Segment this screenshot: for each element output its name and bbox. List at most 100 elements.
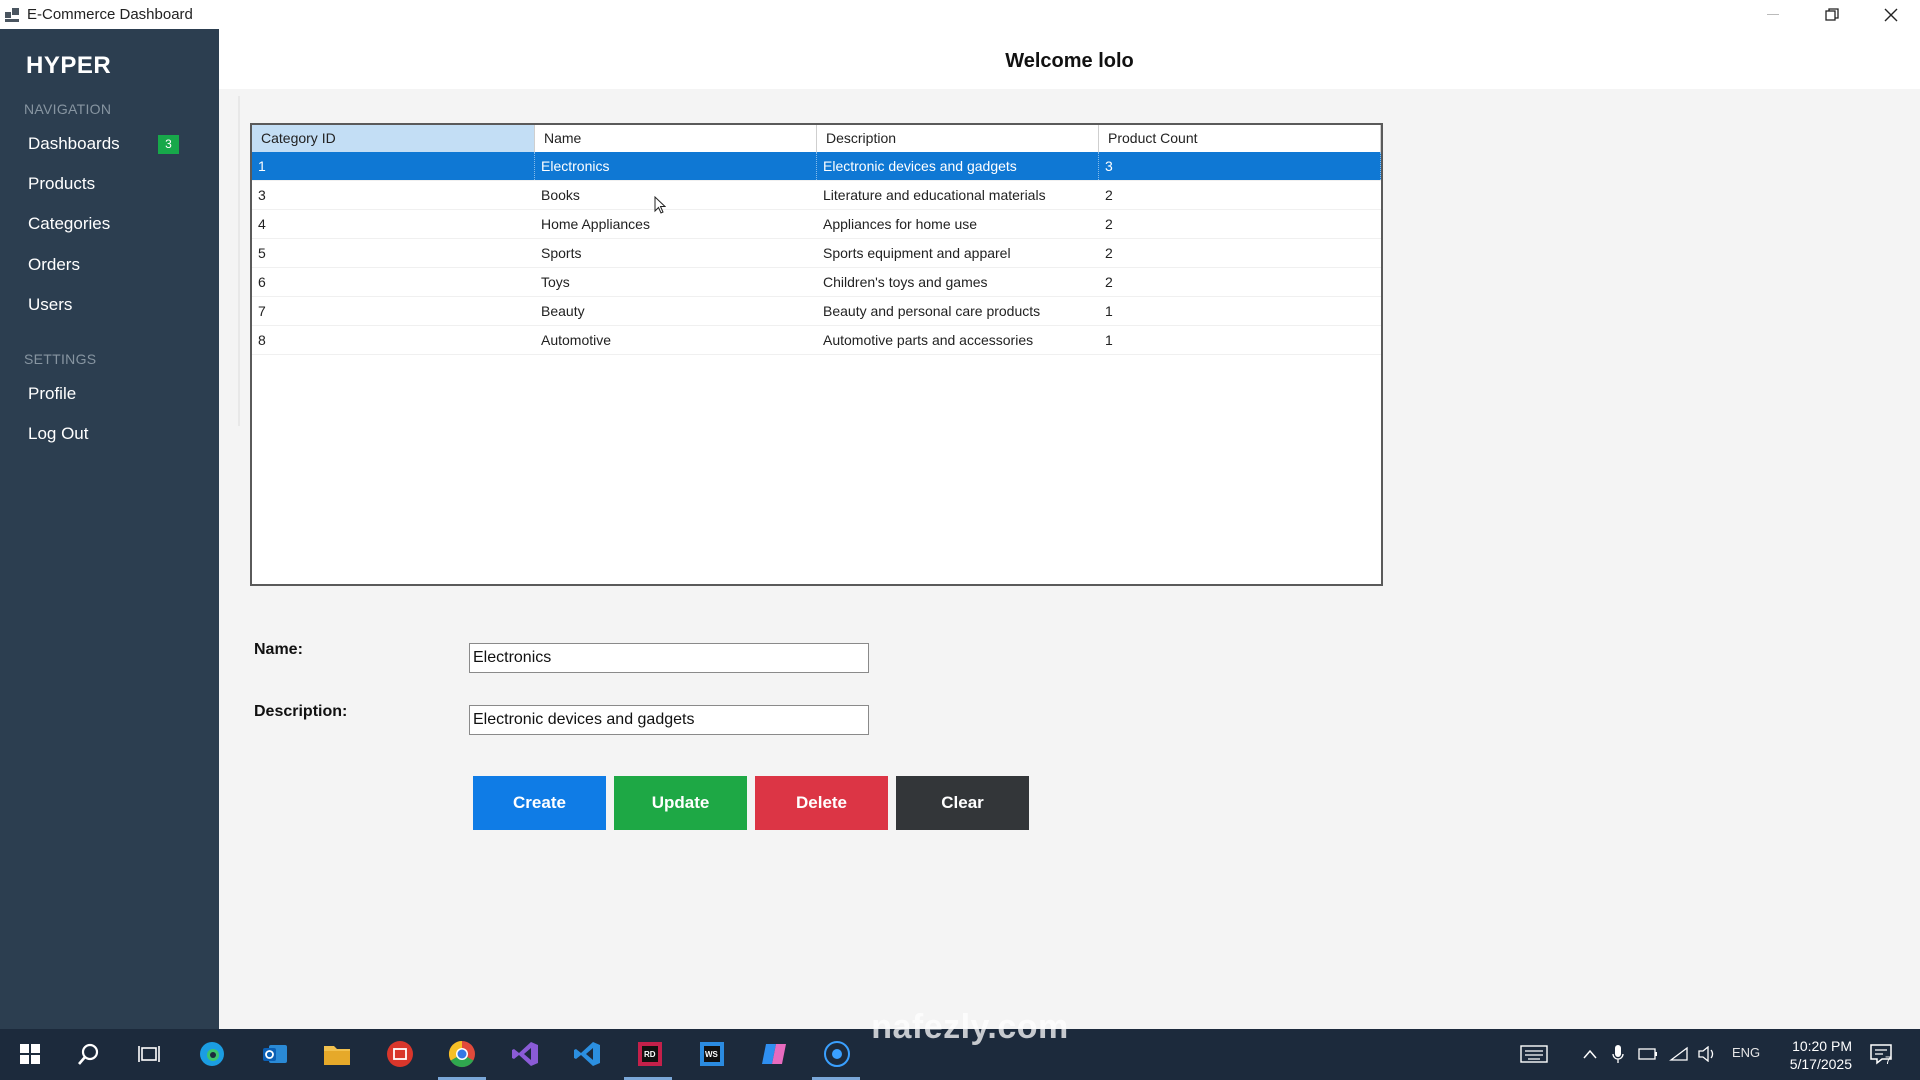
cell-name: Electronics bbox=[535, 152, 817, 180]
cell-name: Sports bbox=[541, 245, 582, 261]
cell-product-count: 1 bbox=[1105, 303, 1113, 319]
column-header-category-id[interactable]: Category ID bbox=[252, 125, 535, 152]
grid-body: 1 Electronics Electronic devices and gadge… bbox=[252, 152, 1381, 355]
clock-time: 10:20 PM bbox=[1792, 1038, 1852, 1054]
file-explorer-icon[interactable] bbox=[323, 1040, 351, 1068]
sidebar-item-products[interactable]: Products bbox=[28, 174, 95, 194]
description-input[interactable] bbox=[469, 705, 869, 735]
visual-studio-icon[interactable] bbox=[511, 1040, 539, 1068]
cell-name: Books bbox=[541, 187, 580, 203]
window-title: E-Commerce Dashboard bbox=[27, 6, 193, 23]
table-row[interactable]: 8 Automotive Automotive parts and accessor… bbox=[252, 326, 1381, 355]
volume-icon[interactable] bbox=[1693, 1040, 1721, 1068]
cell-description: Sports equipment and apparel bbox=[823, 245, 1011, 261]
minimize-button[interactable] bbox=[1743, 0, 1802, 29]
table-row[interactable]: 7 Beauty Beauty and personal care products… bbox=[252, 297, 1381, 326]
webstorm-icon[interactable]: WS bbox=[698, 1040, 726, 1068]
sidebar-item-logout[interactable]: Log Out bbox=[28, 424, 89, 444]
cell-product-count: 2 bbox=[1105, 245, 1113, 261]
table-row[interactable]: 6 Toys Children's toys and games 2 bbox=[252, 268, 1381, 297]
notification-count: 7 bbox=[1885, 1055, 1892, 1067]
vscode-icon[interactable] bbox=[573, 1040, 601, 1068]
sidebar-item-profile[interactable]: Profile bbox=[28, 384, 76, 404]
column-header-description[interactable]: Description bbox=[817, 125, 1099, 152]
cell-product-count: 3 bbox=[1099, 152, 1381, 180]
create-button[interactable]: Create bbox=[473, 776, 606, 830]
header: Welcome lolo bbox=[219, 29, 1920, 89]
cell-category-id: 4 bbox=[258, 216, 266, 232]
table-row[interactable]: 4 Home Appliances Appliances for home use 2 bbox=[252, 210, 1381, 239]
sidebar-item-orders[interactable]: Orders bbox=[28, 255, 80, 275]
cell-product-count: 2 bbox=[1105, 216, 1113, 232]
cell-category-id: 7 bbox=[258, 303, 266, 319]
watermark-text: nafezly.com bbox=[871, 1008, 1069, 1046]
cell-category-id: 3 bbox=[258, 187, 266, 203]
column-header-name[interactable]: Name bbox=[535, 125, 817, 152]
table-row[interactable]: 3 Books Literature and educational materia… bbox=[252, 181, 1381, 210]
battery-icon[interactable] bbox=[1634, 1040, 1662, 1068]
cell-product-count: 1 bbox=[1105, 332, 1113, 348]
sidebar-item-dashboards[interactable]: Dashboards bbox=[28, 134, 120, 154]
outlook-icon[interactable] bbox=[261, 1040, 289, 1068]
svg-text:WS: WS bbox=[705, 1050, 719, 1059]
chevron-up-icon[interactable] bbox=[1576, 1040, 1604, 1068]
sidebar: HYPER NAVIGATION Dashboards 3 Products C… bbox=[0, 29, 219, 1029]
description-label: Description: bbox=[254, 703, 348, 720]
cell-product-count: 2 bbox=[1105, 187, 1113, 203]
keyboard-icon[interactable] bbox=[1520, 1040, 1548, 1068]
update-button[interactable]: Update bbox=[614, 776, 747, 830]
mouse-cursor-icon bbox=[654, 196, 666, 214]
cell-description: Beauty and personal care products bbox=[823, 303, 1041, 319]
brand-logo: HYPER bbox=[26, 52, 112, 79]
delete-button[interactable]: Delete bbox=[755, 776, 888, 830]
rider-icon[interactable]: RD bbox=[636, 1040, 664, 1068]
task-view-icon[interactable] bbox=[135, 1040, 163, 1068]
categories-grid[interactable]: Category ID Name Description Product Cou… bbox=[250, 123, 1383, 586]
clock-date: 5/17/2025 bbox=[1789, 1056, 1852, 1072]
wifi-icon[interactable] bbox=[1665, 1040, 1693, 1068]
sidebar-item-categories[interactable]: Categories bbox=[28, 214, 110, 234]
microphone-icon[interactable] bbox=[1604, 1040, 1632, 1068]
cell-description: Electronic devices and gadgets bbox=[817, 152, 1099, 180]
cell-name: Toys bbox=[541, 274, 570, 290]
cell-description: Literature and educational materials bbox=[823, 187, 1046, 203]
cell-description: Appliances for home use bbox=[823, 216, 978, 232]
notification-center-icon[interactable]: 7 bbox=[1868, 1041, 1894, 1067]
search-icon[interactable] bbox=[75, 1040, 103, 1068]
name-input[interactable] bbox=[469, 643, 869, 673]
settings-section-label: SETTINGS bbox=[24, 351, 97, 367]
clear-button[interactable]: Clear bbox=[896, 776, 1029, 830]
close-icon bbox=[1884, 8, 1897, 21]
cell-description: Children's toys and games bbox=[823, 274, 988, 290]
copilot-icon[interactable] bbox=[760, 1040, 788, 1068]
table-row[interactable]: 5 Sports Sports equipment and apparel 2 bbox=[252, 239, 1381, 268]
welcome-heading: Welcome lolo bbox=[1005, 50, 1134, 72]
cell-product-count: 2 bbox=[1105, 274, 1113, 290]
taskbar-clock[interactable]: 10:20 PM 5/17/2025 bbox=[1770, 1037, 1852, 1073]
cell-name: Automotive bbox=[541, 332, 612, 348]
dashboards-badge: 3 bbox=[158, 135, 179, 154]
content-divider bbox=[238, 96, 240, 426]
cell-description: Automotive parts and accessories bbox=[823, 332, 1034, 348]
name-label: Name: bbox=[254, 641, 303, 658]
windows-start-icon[interactable] bbox=[16, 1040, 44, 1068]
table-row[interactable]: 1 Electronics Electronic devices and gadge… bbox=[252, 152, 1381, 181]
app-red-icon[interactable] bbox=[386, 1040, 414, 1068]
title-bar: E-Commerce Dashboard bbox=[0, 0, 1920, 29]
chrome-icon[interactable] bbox=[448, 1040, 476, 1068]
cell-name: Home Appliances bbox=[541, 216, 650, 232]
column-header-product-count[interactable]: Product Count bbox=[1099, 125, 1381, 152]
cell-category-id: 1 bbox=[252, 152, 535, 180]
edge-icon[interactable] bbox=[198, 1040, 226, 1068]
cell-category-id: 5 bbox=[258, 245, 266, 261]
grid-header-row: Category ID Name Description Product Cou… bbox=[252, 125, 1381, 152]
cell-category-id: 8 bbox=[258, 332, 266, 348]
sidebar-item-users[interactable]: Users bbox=[28, 295, 72, 315]
navigation-section-label: NAVIGATION bbox=[24, 101, 112, 117]
close-button[interactable] bbox=[1861, 0, 1920, 29]
minimize-icon bbox=[1766, 14, 1779, 15]
restore-button[interactable] bbox=[1802, 0, 1861, 29]
app-window-icon bbox=[5, 7, 19, 22]
restore-icon bbox=[1824, 7, 1839, 21]
language-indicator[interactable]: ENG bbox=[1732, 1045, 1760, 1060]
